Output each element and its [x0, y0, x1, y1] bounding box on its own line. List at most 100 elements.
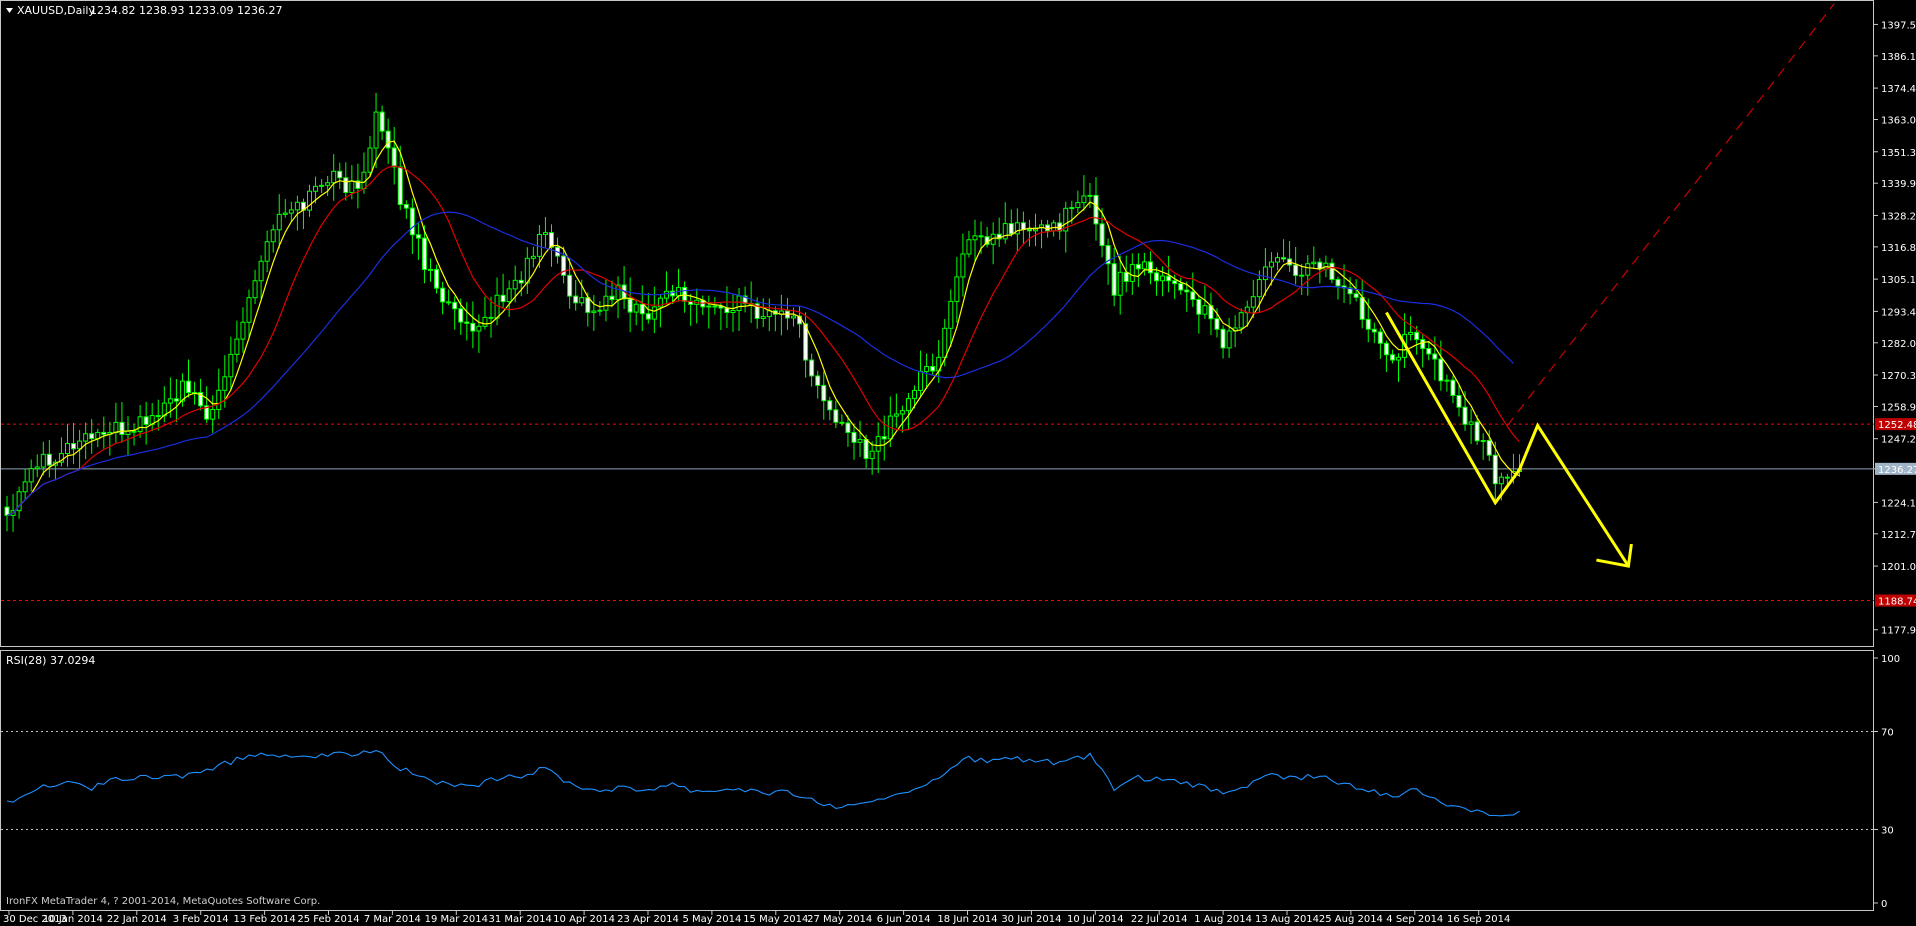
candle-body	[83, 433, 89, 442]
candle-body	[1111, 263, 1117, 296]
candle-body	[403, 203, 409, 209]
candle-body	[307, 190, 312, 211]
chart-background	[0, 0, 1916, 926]
candle-body	[1389, 354, 1395, 361]
candle-body	[924, 365, 930, 372]
candle-body	[1075, 202, 1081, 209]
price-tick-label: 1177.90	[1881, 626, 1916, 637]
candle-body	[331, 170, 337, 184]
candle-body	[22, 481, 28, 493]
price-tick-label: 1397.50	[1881, 20, 1916, 31]
candle-body	[1256, 279, 1262, 298]
time-tick-label: 30 Jun 2014	[1001, 914, 1061, 925]
candle-body	[167, 398, 173, 404]
candle-body	[706, 305, 712, 308]
time-tick-label: 22 Jan 2014	[107, 914, 167, 925]
candle-body	[645, 313, 651, 320]
candle-body	[609, 295, 615, 301]
candle-body	[512, 279, 518, 290]
candle-body	[1190, 291, 1196, 300]
candle-body	[379, 111, 385, 132]
candle-body	[1008, 223, 1014, 235]
platform-credit: IronFX MetaTrader 4, ? 2001-2014, MetaQu…	[6, 896, 320, 907]
candle-body	[712, 305, 718, 308]
time-tick-label: 7 Mar 2014	[364, 914, 421, 925]
candle-body	[579, 297, 585, 304]
candle-body	[1087, 194, 1093, 197]
candle-body	[1359, 296, 1365, 320]
candle-body	[912, 389, 917, 400]
price-tick-label: 1305.10	[1881, 275, 1916, 286]
time-tick-label: 19 Mar 2014	[425, 914, 488, 925]
candle-body	[155, 415, 161, 418]
candle-body	[857, 438, 863, 443]
price-level-label: 1236.27	[1878, 465, 1916, 476]
candle-body	[325, 182, 331, 186]
candle-body	[954, 276, 960, 302]
candle-body	[1383, 342, 1389, 356]
candle-body	[1238, 312, 1244, 329]
candle-body	[264, 241, 270, 262]
time-tick-label: 23 Apr 2014	[617, 914, 679, 925]
candle-body	[1129, 263, 1135, 282]
candle-body	[1141, 261, 1147, 270]
candle-body	[518, 279, 524, 284]
rsi-tick-label: 70	[1881, 728, 1894, 739]
candle-body	[1480, 439, 1486, 442]
candle-body	[651, 306, 657, 320]
candle-body	[452, 301, 458, 310]
candle-body	[851, 431, 857, 443]
price-tick-label: 1258.90	[1881, 402, 1916, 413]
time-tick-label: 31 Mar 2014	[488, 914, 551, 925]
time-tick-label: 25 Feb 2014	[297, 914, 359, 925]
candle-body	[125, 430, 131, 435]
price-tick-label: 1212.70	[1881, 530, 1916, 541]
candle-body	[343, 177, 349, 193]
candle-body	[1371, 328, 1377, 333]
time-tick-label: 25 Aug 2014	[1319, 914, 1383, 925]
candle-body	[1178, 283, 1184, 291]
candle-body	[1311, 261, 1317, 265]
time-tick-label: 18 Jun 2014	[937, 914, 997, 925]
rsi-tick-label: 0	[1881, 899, 1887, 910]
candle-body	[40, 453, 46, 468]
candle-body	[482, 316, 488, 327]
candle-body	[1081, 195, 1087, 204]
price-tick-label: 1328.20	[1881, 211, 1916, 222]
candle-body	[34, 466, 40, 470]
candle-body	[875, 436, 881, 452]
candle-body	[89, 433, 95, 440]
candle-body	[1474, 421, 1480, 442]
candle-body	[276, 213, 282, 231]
time-tick-label: 10 Jul 2014	[1067, 914, 1124, 925]
candle-body	[972, 235, 978, 241]
candle-body	[1051, 222, 1057, 232]
candle-body	[77, 440, 83, 450]
candle-body	[506, 288, 512, 303]
candle-body	[760, 316, 766, 319]
candle-body	[143, 416, 149, 425]
time-tick-label: 16 Sep 2014	[1447, 914, 1510, 925]
candle-body	[470, 322, 476, 332]
price-level-label: 1252.48	[1878, 420, 1916, 431]
candle-body	[815, 375, 821, 386]
time-tick-label: 13 Feb 2014	[233, 914, 295, 925]
candle-body	[863, 438, 869, 460]
candle-body	[252, 280, 258, 299]
candle-body	[476, 325, 482, 332]
candle-body	[446, 301, 452, 304]
price-tick-label: 1282.00	[1881, 339, 1916, 350]
candle-body	[71, 443, 77, 450]
candle-body	[948, 300, 954, 329]
candle-body	[845, 422, 851, 433]
candle-body	[1196, 298, 1202, 315]
candle-body	[869, 450, 875, 460]
candle-body	[113, 421, 119, 434]
candle-body	[1498, 476, 1504, 485]
candle-body	[434, 268, 440, 289]
candle-body	[1456, 395, 1462, 408]
candle-body	[458, 308, 464, 323]
candle-body	[173, 398, 179, 402]
candle-body	[530, 255, 536, 259]
candle-body	[46, 453, 52, 466]
